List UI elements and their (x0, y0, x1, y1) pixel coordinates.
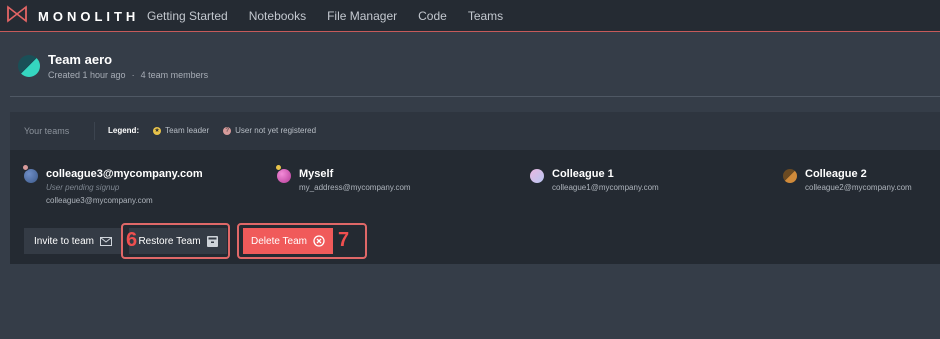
pending-user-icon: ? (223, 126, 232, 135)
team-leader-icon (275, 164, 282, 171)
member-email: colleague2@mycompany.com (805, 183, 912, 192)
legend-title: Legend: (108, 126, 140, 135)
team-leader-icon: ★ (153, 126, 162, 135)
pending-user-icon (22, 164, 29, 171)
brand[interactable]: MONOLITH (6, 4, 140, 28)
callout-number: 6 (126, 229, 138, 251)
divider (94, 122, 95, 140)
legend: Legend: ★ Team leader ? User not yet reg… (108, 126, 316, 135)
member-name: Colleague 1 (552, 168, 614, 180)
member-name: Myself (299, 168, 334, 180)
member-name: Colleague 2 (805, 168, 867, 180)
member-name: colleague3@mycompany.com (46, 168, 203, 180)
team-panel-header: Your teams Legend: ★ Team leader ? User … (10, 112, 940, 150)
team-avatar (18, 55, 40, 77)
team-name: Team aero (48, 52, 113, 67)
callout-number: 7 (338, 229, 350, 251)
avatar (277, 169, 291, 183)
nav-link-file-manager[interactable]: File Manager (327, 9, 397, 23)
invite-to-team-button[interactable]: Invite to team (24, 228, 122, 254)
team-meta: Created 1 hour ago · 4 team members (48, 70, 208, 80)
nav-link-getting-started[interactable]: Getting Started (147, 9, 228, 23)
member-email: colleague3@mycompany.com (46, 196, 153, 205)
callout-restore (121, 223, 230, 259)
avatar (530, 169, 544, 183)
monolith-logo-icon (6, 4, 28, 28)
nav-link-notebooks[interactable]: Notebooks (249, 9, 306, 23)
member-email: my_address@mycompany.com (299, 183, 411, 192)
top-navigation-bar: MONOLITH Getting Started Notebooks File … (0, 0, 940, 32)
brand-name: MONOLITH (38, 8, 140, 24)
avatar (24, 169, 38, 183)
nav-link-teams[interactable]: Teams (468, 9, 503, 23)
legend-pending-label: User not yet registered (235, 126, 317, 135)
separator-dot: · (131, 70, 135, 80)
member-email: colleague1@mycompany.com (552, 183, 659, 192)
legend-leader-label: Team leader (165, 126, 210, 135)
divider (10, 96, 940, 97)
your-teams-tab[interactable]: Your teams (24, 126, 69, 136)
avatar (783, 169, 797, 183)
envelope-icon (100, 236, 113, 246)
team-created: Created 1 hour ago (48, 70, 126, 80)
team-members-count: 4 team members (140, 70, 209, 80)
nav-link-code[interactable]: Code (418, 9, 447, 23)
main-nav: Getting Started Notebooks File Manager C… (147, 0, 524, 32)
member-status: User pending signup (46, 183, 120, 192)
invite-label: Invite to team (33, 235, 95, 247)
